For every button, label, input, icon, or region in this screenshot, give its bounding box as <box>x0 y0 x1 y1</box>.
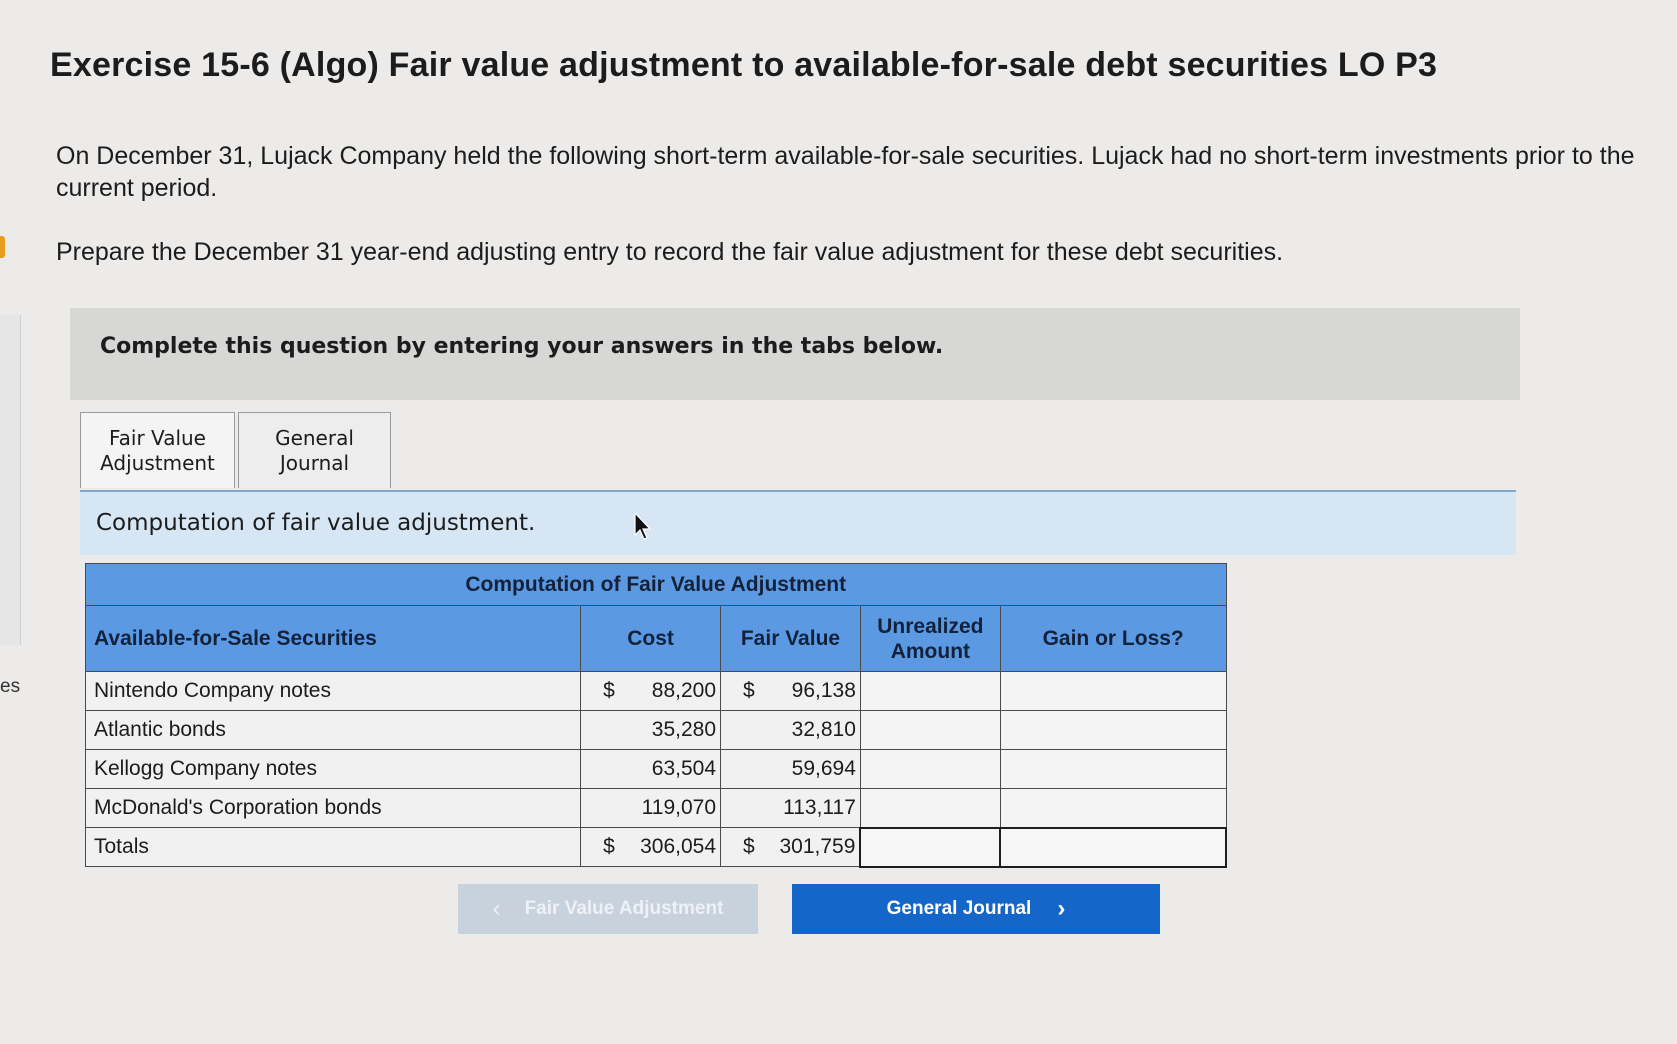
dollar-sign: $ <box>743 679 755 702</box>
prev-tab-button[interactable]: ‹ Fair Value Adjustment <box>458 884 758 934</box>
table-row: Nintendo Company notes $88,200 $96,138 <box>84 671 1227 711</box>
totals-row: Totals $306,054 $301,759 <box>84 826 1227 868</box>
cost-cell: 119,070 <box>580 788 722 828</box>
table-row: Kellogg Company notes 63,504 59,694 <box>84 749 1227 789</box>
cost-value: 35,280 <box>651 718 717 741</box>
fair-value-value: 32,810 <box>791 718 856 741</box>
mouse-cursor-icon <box>634 512 652 540</box>
cost-cell: $88,200 <box>580 671 722 711</box>
fair-value-value: 96,138 <box>791 679 856 702</box>
side-panel-edge <box>0 315 21 645</box>
fair-value-cell: 59,694 <box>720 749 861 789</box>
tab-label: Fair Value Adjustment <box>100 425 215 475</box>
cost-value: 63,504 <box>651 757 717 780</box>
instruction-box: Complete this question by entering your … <box>70 308 1520 400</box>
fair-value-cell: 113,117 <box>720 788 861 828</box>
unrealized-amount-input[interactable] <box>859 788 1001 828</box>
security-name: Atlantic bonds <box>84 710 582 750</box>
unrealized-amount-total-input[interactable] <box>859 826 1002 868</box>
chevron-left-icon: ‹ <box>492 895 501 922</box>
fair-value-total: 301,759 <box>779 835 856 858</box>
gain-or-loss-select[interactable] <box>999 671 1227 711</box>
next-button-label: General Journal <box>886 898 1032 919</box>
fair-value-table: Computation of Fair Value Adjustment Ava… <box>84 563 1227 868</box>
cost-cell: 35,280 <box>580 710 722 750</box>
gain-or-loss-select[interactable] <box>999 710 1227 750</box>
fair-value-cell: 32,810 <box>720 710 861 750</box>
tab-label: General Journal <box>275 425 354 475</box>
instruction-text: Complete this question by entering your … <box>100 334 944 359</box>
chevron-right-icon: › <box>1057 895 1066 922</box>
column-header-unrealized-amount: Unrealized Amount <box>859 605 1001 672</box>
cost-total-cell: $306,054 <box>580 827 722 867</box>
gain-or-loss-select[interactable] <box>999 788 1227 828</box>
panel-caption: Computation of fair value adjustment. <box>96 510 536 536</box>
cost-value: 88,200 <box>651 679 717 702</box>
dollar-sign: $ <box>603 835 615 858</box>
dollar-sign: $ <box>743 835 755 858</box>
gain-or-loss-select[interactable] <box>999 749 1227 789</box>
table-caption: Computation of Fair Value Adjustment <box>85 563 1227 606</box>
prev-button-label: Fair Value Adjustment <box>524 898 724 919</box>
cost-value: 119,070 <box>641 796 717 819</box>
dollar-sign: $ <box>603 679 615 702</box>
side-marker <box>0 236 5 258</box>
column-header-gain-or-loss: Gain or Loss? <box>999 605 1227 672</box>
column-header-cost: Cost <box>580 605 722 672</box>
security-name: Nintendo Company notes <box>84 671 582 711</box>
cost-cell: 63,504 <box>580 749 722 789</box>
table-row: Atlantic bonds 35,280 32,810 <box>84 710 1227 750</box>
security-name: Kellogg Company notes <box>84 749 582 789</box>
side-panel-text: es <box>0 676 21 697</box>
unrealized-amount-input[interactable] <box>859 671 1001 711</box>
cost-total: 306,054 <box>640 835 717 858</box>
gain-or-loss-total-select[interactable] <box>999 826 1227 868</box>
column-header-securities: Available-for-Sale Securities <box>84 605 582 672</box>
totals-label: Totals <box>84 827 582 867</box>
page-title: Exercise 15-6 (Algo) Fair value adjustme… <box>50 46 1438 84</box>
unrealized-amount-input[interactable] <box>859 710 1001 750</box>
fair-value-total-cell: $301,759 <box>720 827 861 867</box>
problem-description: On December 31, Lujack Company held the … <box>56 142 1635 202</box>
fair-value-value: 113,117 <box>783 796 856 819</box>
tab-fair-value-adjustment[interactable]: Fair Value Adjustment <box>80 412 235 488</box>
table-row: McDonald's Corporation bonds 119,070 113… <box>84 788 1227 828</box>
column-header-fair-value: Fair Value <box>720 605 861 672</box>
tab-general-journal[interactable]: General Journal <box>238 412 391 488</box>
security-name: McDonald's Corporation bonds <box>84 788 582 828</box>
fair-value-cell: $96,138 <box>720 671 861 711</box>
fair-value-value: 59,694 <box>791 757 856 780</box>
tab-panel-header: Computation of fair value adjustment. <box>80 490 1516 555</box>
unrealized-amount-input[interactable] <box>859 749 1001 789</box>
problem-requirement: Prepare the December 31 year-end adjusti… <box>56 238 1284 266</box>
next-tab-button[interactable]: General Journal › <box>792 884 1160 934</box>
